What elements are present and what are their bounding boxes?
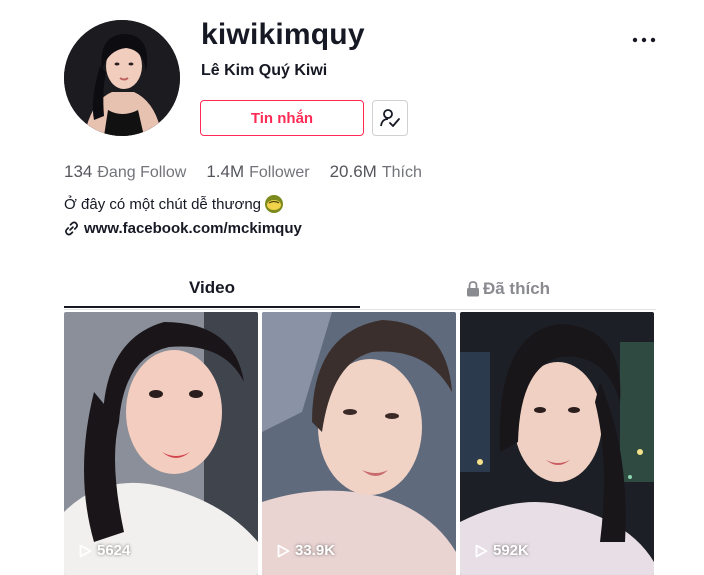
- more-dots-icon: [632, 37, 656, 43]
- video-card[interactable]: 592K: [460, 312, 654, 575]
- stat-label: Đang Follow: [97, 164, 187, 181]
- bio: Ở đây có một chút dễ thương: [64, 194, 284, 214]
- video-card[interactable]: 33.9K: [262, 312, 456, 575]
- lock-icon: [466, 281, 479, 297]
- video-card[interactable]: 5624: [64, 312, 258, 575]
- play-icon: [277, 544, 290, 557]
- stat-value: 20.6M: [329, 162, 377, 181]
- view-count-text: 592K: [493, 542, 529, 559]
- view-count-text: 33.9K: [295, 542, 336, 559]
- stat-likes: 20.6M Thích: [330, 162, 422, 182]
- link-icon: [65, 221, 78, 236]
- tab-label: Đã thích: [482, 279, 551, 298]
- tab-liked[interactable]: Đã thích: [360, 270, 656, 308]
- video-thumbnail: [460, 312, 654, 575]
- avatar[interactable]: [64, 20, 180, 136]
- view-count: 592K: [475, 542, 529, 559]
- video-grid: 5624 33.9K 592K: [64, 312, 656, 575]
- stat-value: 1.4M: [206, 162, 245, 181]
- profile-link[interactable]: www.facebook.com/mckimquy: [64, 220, 302, 237]
- view-count: 5624: [79, 542, 130, 559]
- play-icon: [475, 544, 488, 557]
- tab-label: Video: [189, 278, 235, 297]
- profile-tabs: Video Đã thích: [64, 270, 656, 310]
- video-thumbnail: [64, 312, 258, 575]
- video-thumbnail: [262, 312, 456, 575]
- stat-value: 134: [64, 162, 93, 181]
- avatar-image: [64, 20, 180, 136]
- bio-text: Ở đây có một chút dễ thương: [64, 195, 262, 213]
- view-count: 33.9K: [277, 542, 335, 559]
- emoji-icon: [265, 195, 284, 213]
- follow-user-button[interactable]: [372, 100, 408, 136]
- more-options-button[interactable]: [628, 28, 660, 52]
- stat-label: Thích: [381, 164, 422, 181]
- view-count-text: 5624: [97, 542, 131, 559]
- message-button[interactable]: Tin nhắn: [200, 100, 364, 136]
- stat-following[interactable]: 134 Đang Follow: [64, 162, 186, 182]
- link-text: www.facebook.com/mckimquy: [84, 220, 302, 237]
- nickname: Lê Kim Quý Kiwi: [201, 62, 328, 79]
- profile-stats: 134 Đang Follow 1.4M Follower 20.6M Thíc…: [64, 162, 422, 182]
- username: kiwikimquy: [201, 18, 365, 51]
- play-icon: [79, 544, 92, 557]
- tab-video[interactable]: Video: [64, 270, 360, 308]
- user-check-icon: [380, 109, 400, 127]
- stat-label: Follower: [249, 164, 310, 181]
- stat-followers[interactable]: 1.4M Follower: [206, 162, 309, 182]
